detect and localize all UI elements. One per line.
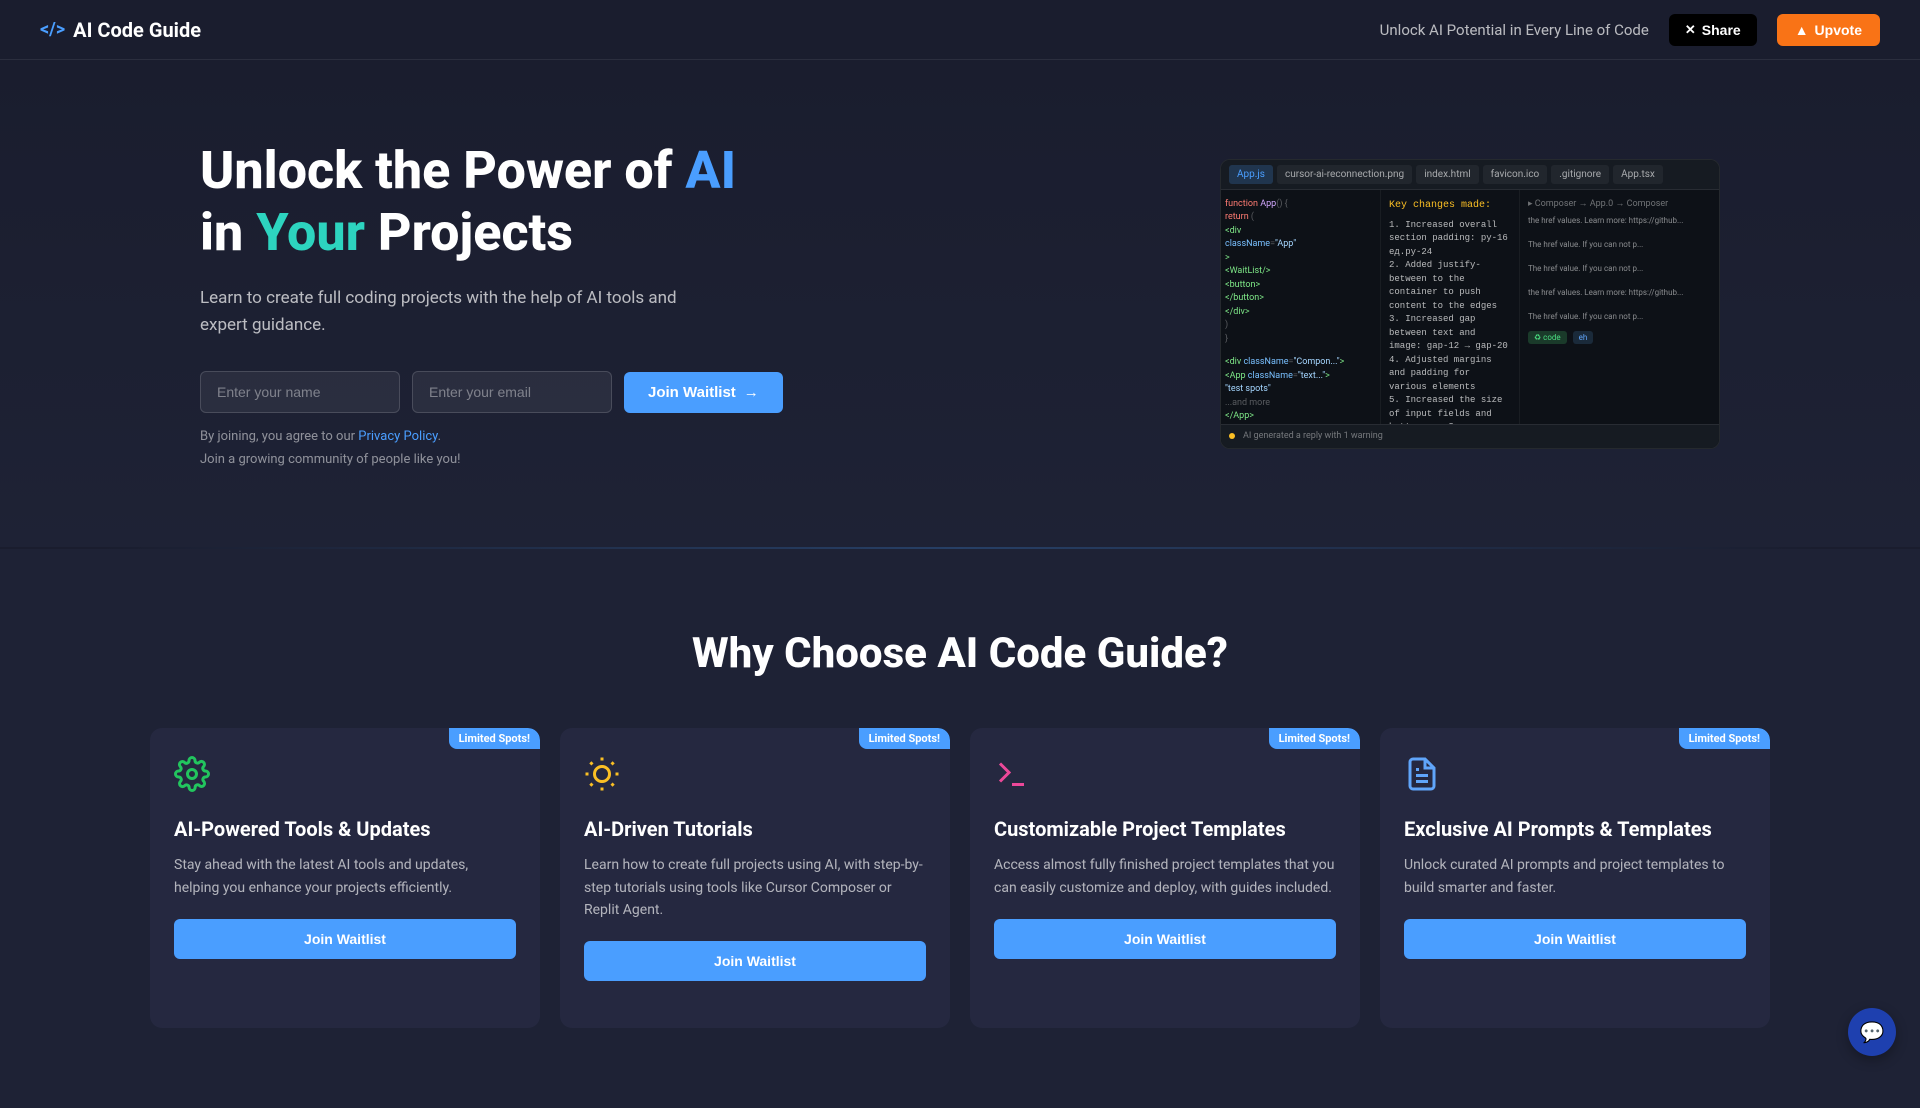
card-3: Limited Spots! Exclusive AI Prompts & Te… bbox=[1380, 728, 1770, 1028]
code-tab-cursor[interactable]: cursor-ai-reconnection.png bbox=[1277, 165, 1412, 184]
why-title: Why Choose AI Code Guide? bbox=[150, 629, 1770, 678]
code-status-text: AI generated a reply with 1 warning bbox=[1243, 431, 1383, 441]
code-tab-appjs[interactable]: App.js bbox=[1229, 165, 1273, 184]
hero-form: Join Waitlist bbox=[200, 371, 783, 413]
join-waitlist-button[interactable]: Join Waitlist bbox=[624, 372, 783, 413]
hero-title-accent-your: Your bbox=[256, 202, 365, 263]
card-title-0: AI-Powered Tools & Updates bbox=[174, 816, 516, 842]
arrow-icon bbox=[744, 384, 759, 401]
warning-dot bbox=[1229, 433, 1235, 439]
share-button[interactable]: ✕ Share bbox=[1669, 14, 1757, 46]
hero-title-part1: Unlock the Power of bbox=[200, 140, 685, 201]
name-input[interactable] bbox=[200, 371, 400, 413]
code-main-panel: Key changes made: 1. Increased overall s… bbox=[1381, 190, 1519, 448]
card-join-button-0[interactable]: Join Waitlist bbox=[174, 919, 516, 959]
hero-title-accent-ai: AI bbox=[685, 140, 736, 201]
hero-left: Unlock the Power of AI in Your Projects … bbox=[200, 140, 783, 467]
code-preview: App.js cursor-ai-reconnection.png index.… bbox=[1220, 159, 1720, 449]
join-waitlist-label: Join Waitlist bbox=[648, 384, 736, 401]
code-bottom-bar: AI generated a reply with 1 warning bbox=[1221, 424, 1719, 448]
chat-bubble[interactable]: 💬 bbox=[1848, 1008, 1896, 1056]
card-icon-3 bbox=[1404, 756, 1746, 800]
card-icon-0 bbox=[174, 756, 516, 800]
code-body: function App() { return ( <div className… bbox=[1221, 190, 1719, 448]
cards-grid: Limited Spots! AI-Powered Tools & Update… bbox=[150, 728, 1770, 1028]
code-right-panel: ▸ Composer → App.0 → Composer the href v… bbox=[1519, 190, 1719, 448]
hero-community-text: Join a growing community of people like … bbox=[200, 452, 783, 467]
hero-right: App.js cursor-ai-reconnection.png index.… bbox=[1220, 159, 1720, 449]
hero-title: Unlock the Power of AI in Your Projects bbox=[200, 140, 783, 265]
upvote-button[interactable]: ▲ Upvote bbox=[1777, 14, 1880, 46]
card-join-button-1[interactable]: Join Waitlist bbox=[584, 941, 926, 981]
code-tab-favicon[interactable]: favicon.ico bbox=[1483, 165, 1548, 184]
card-icon-2 bbox=[994, 756, 1336, 800]
logo-code-icon: </> bbox=[40, 19, 65, 40]
card-badge-0: Limited Spots! bbox=[449, 728, 540, 749]
hero-subtitle: Learn to create full coding projects wit… bbox=[200, 285, 700, 339]
upvote-icon: ▲ bbox=[1795, 22, 1809, 38]
card-desc-2: Access almost fully finished project tem… bbox=[994, 854, 1336, 899]
hero-title-part3: Projects bbox=[365, 202, 573, 263]
x-icon: ✕ bbox=[1685, 22, 1696, 38]
upvote-label: Upvote bbox=[1815, 22, 1862, 38]
card-desc-3: Unlock curated AI prompts and project te… bbox=[1404, 854, 1746, 899]
navbar-tagline: Unlock AI Potential in Every Line of Cod… bbox=[1380, 21, 1649, 39]
card-badge-3: Limited Spots! bbox=[1679, 728, 1770, 749]
logo-text: AI Code Guide bbox=[73, 18, 201, 42]
card-badge-2: Limited Spots! bbox=[1269, 728, 1360, 749]
card-badge-1: Limited Spots! bbox=[859, 728, 950, 749]
code-tab-index[interactable]: index.html bbox=[1416, 165, 1478, 184]
code-tab-gitignore[interactable]: .gitignore bbox=[1551, 165, 1609, 184]
card-title-2: Customizable Project Templates bbox=[994, 816, 1336, 842]
card-2: Limited Spots! Customizable Project Temp… bbox=[970, 728, 1360, 1028]
hero-title-part2: in bbox=[200, 202, 256, 263]
card-desc-0: Stay ahead with the latest AI tools and … bbox=[174, 854, 516, 899]
hero-privacy-text: By joining, you agree to our Privacy Pol… bbox=[200, 429, 783, 444]
navbar: </> AI Code Guide Unlock AI Potential in… bbox=[0, 0, 1920, 60]
hero-section: Unlock the Power of AI in Your Projects … bbox=[0, 60, 1920, 547]
navbar-logo: </> AI Code Guide bbox=[40, 18, 201, 42]
card-join-button-2[interactable]: Join Waitlist bbox=[994, 919, 1336, 959]
card-title-3: Exclusive AI Prompts & Templates bbox=[1404, 816, 1746, 842]
chat-icon: 💬 bbox=[1860, 1020, 1885, 1044]
card-icon-1 bbox=[584, 756, 926, 800]
card-title-1: AI-Driven Tutorials bbox=[584, 816, 926, 842]
card-desc-1: Learn how to create full projects using … bbox=[584, 854, 926, 921]
card-join-button-3[interactable]: Join Waitlist bbox=[1404, 919, 1746, 959]
card-1: Limited Spots! AI-Driven Tutorials Learn… bbox=[560, 728, 950, 1028]
share-label: Share bbox=[1702, 22, 1741, 38]
email-input[interactable] bbox=[412, 371, 612, 413]
why-section: Why Choose AI Code Guide? Limited Spots!… bbox=[0, 549, 1920, 1108]
card-0: Limited Spots! AI-Powered Tools & Update… bbox=[150, 728, 540, 1028]
privacy-policy-link[interactable]: Privacy Policy bbox=[358, 429, 437, 444]
code-sidebar: function App() { return ( <div className… bbox=[1221, 190, 1381, 448]
code-tab-apptsx[interactable]: App.tsx bbox=[1613, 165, 1663, 184]
code-tabs: App.js cursor-ai-reconnection.png index.… bbox=[1221, 160, 1719, 190]
navbar-right: Unlock AI Potential in Every Line of Cod… bbox=[1380, 14, 1880, 46]
